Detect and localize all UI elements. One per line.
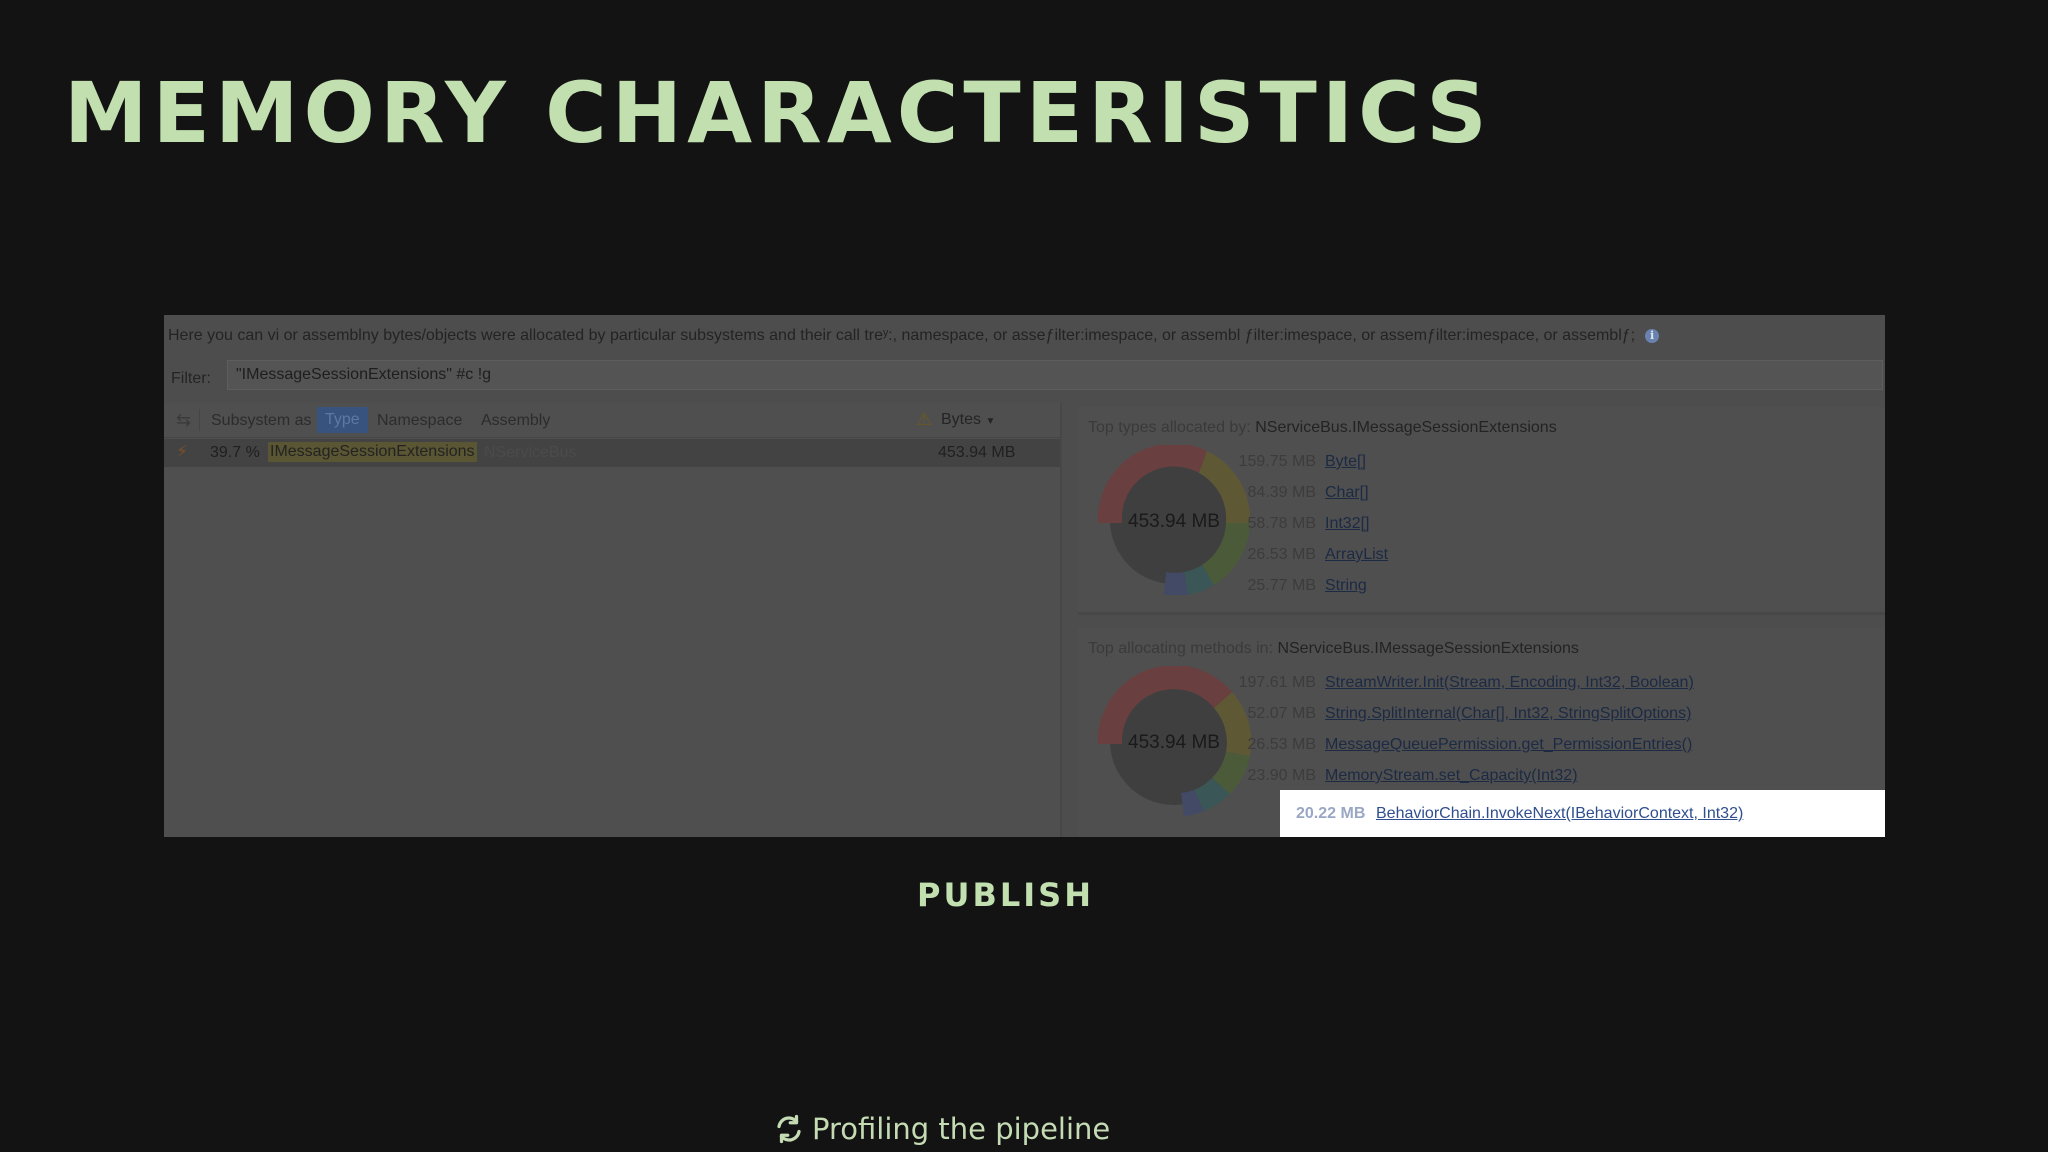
- type-allocated-value: 25.77 MB: [1247, 577, 1316, 594]
- list-item: 197.61 MB StreamWriter.Init(Stream, Encod…: [1238, 674, 1694, 705]
- description-text: Here you can vi or assemblny bytes/objec…: [168, 327, 1660, 345]
- row-namespace: NServiceBus: [484, 444, 577, 461]
- row-bytes: 453.94 MB: [938, 444, 1016, 461]
- donut-segment-string: [1164, 572, 1188, 595]
- footer-label: Profiling the pipeline: [812, 1112, 1111, 1146]
- warning-icon: ⚠: [916, 409, 933, 429]
- type-link[interactable]: Byte[]: [1325, 453, 1366, 470]
- list-item: 26.53 MB ArrayList: [1238, 546, 1389, 577]
- type-link[interactable]: Char[]: [1325, 484, 1369, 501]
- method-allocated-value: 197.61 MB: [1238, 674, 1316, 691]
- method-allocated-value: 26.53 MB: [1247, 736, 1316, 753]
- collapse-all-icon[interactable]: ⇆: [176, 410, 191, 431]
- method-link[interactable]: StreamWriter.Init(Stream, Encoding, Int3…: [1325, 674, 1694, 691]
- description-label: Here you can vi or assemblny bytes/objec…: [168, 327, 1636, 344]
- type-allocated-value: 58.78 MB: [1247, 515, 1316, 532]
- group-by-namespace-button[interactable]: Namespace: [377, 412, 462, 430]
- top-methods-list: 197.61 MB StreamWriter.Init(Stream, Encod…: [1238, 674, 1694, 798]
- top-methods-caption-prefix: Top allocating methods in:: [1088, 640, 1273, 657]
- list-item: 25.77 MB String: [1238, 577, 1388, 608]
- type-link[interactable]: ArrayList: [1325, 546, 1388, 563]
- top-methods-donut-chart: 453.94 MB: [1097, 666, 1252, 816]
- sort-down-icon: ▼: [985, 416, 996, 427]
- top-types-caption-prefix: Top types allocated by:: [1088, 419, 1251, 436]
- method-allocated-value: 23.90 MB: [1247, 767, 1316, 784]
- slide-title: MEMORY CHARACTERISTICS: [64, 64, 1492, 162]
- refresh-icon: [777, 1114, 801, 1144]
- type-link[interactable]: String: [1325, 577, 1367, 594]
- type-link[interactable]: Int32[]: [1325, 515, 1369, 532]
- toolbar-divider: [199, 409, 200, 431]
- subsystem-icon: ⚡: [176, 442, 188, 461]
- method-link[interactable]: String.SplitInternal(Char[], Int32, Stri…: [1325, 705, 1691, 722]
- profiler-screenshot: Here you can vi or assemblny bytes/objec…: [164, 315, 1885, 837]
- subsystem-as-label: Subsystem as: [211, 412, 312, 429]
- top-types-panel: Top types allocated by: NServiceBus.IMes…: [1078, 407, 1885, 615]
- type-allocated-value: 26.53 MB: [1247, 546, 1316, 563]
- list-item: 58.78 MB Int32[]: [1238, 515, 1388, 546]
- group-by-assembly-button[interactable]: Assembly: [481, 412, 550, 430]
- list-item: 84.39 MB Char[]: [1238, 484, 1388, 515]
- list-item: 52.07 MB String.SplitInternal(Char[], Int…: [1238, 705, 1694, 736]
- row-percent: 39.7 %: [210, 444, 260, 461]
- top-types-caption: Top types allocated by: NServiceBus.IMes…: [1088, 419, 1557, 437]
- bytes-column-header[interactable]: Bytes ▼: [941, 411, 995, 429]
- top-types-caption-subject: NServiceBus.IMessageSessionExtensions: [1255, 419, 1557, 436]
- subsystem-tree-pane: ⇆ Subsystem as Type Namespace Assembly ⚠…: [164, 403, 1062, 837]
- type-allocated-value: 159.75 MB: [1238, 453, 1316, 470]
- bytes-header-label: Bytes: [941, 411, 982, 428]
- type-allocated-value: 84.39 MB: [1247, 484, 1316, 501]
- group-by-type-button[interactable]: Type: [317, 407, 368, 433]
- filter-label: Filter:: [171, 370, 211, 387]
- table-row[interactable]: ⚡ 39.7 % IMessageSessionExtensions NServ…: [164, 439, 1060, 467]
- slide-caption: PUBLISH: [917, 876, 1094, 914]
- donut-total-label: 453.94 MB: [1128, 511, 1220, 532]
- tree-toolbar: ⇆ Subsystem as Type Namespace Assembly ⚠…: [164, 403, 1060, 438]
- method-allocated-value: 52.07 MB: [1247, 705, 1316, 722]
- top-methods-caption-subject: NServiceBus.IMessageSessionExtensions: [1277, 640, 1579, 657]
- row-type-name: IMessageSessionExtensions: [268, 442, 477, 462]
- donut-total-label: 453.94 MB: [1128, 732, 1220, 753]
- highlighted-method-row[interactable]: 20.22 MB BehaviorChain.InvokeNext(IBehav…: [1280, 790, 1885, 837]
- info-icon[interactable]: i: [1645, 329, 1660, 343]
- list-item: 26.53 MB MessageQueuePermission.get_Permi…: [1238, 736, 1694, 767]
- top-types-donut-chart: 453.94 MB: [1097, 445, 1251, 595]
- top-types-list: 159.75 MB Byte[] 84.39 MB Char[] 58.78 MB I…: [1238, 453, 1389, 608]
- method-link[interactable]: MessageQueuePermission.get_PermissionEnt…: [1325, 736, 1692, 753]
- filter-input[interactable]: [227, 360, 1883, 390]
- method-allocated-value: 20.22 MB: [1296, 805, 1366, 822]
- slide-footer: Profiling the pipeline: [774, 1112, 1110, 1146]
- method-link[interactable]: BehaviorChain.InvokeNext(IBehaviorContex…: [1376, 805, 1743, 823]
- method-link[interactable]: MemoryStream.set_Capacity(Int32): [1325, 767, 1578, 784]
- top-methods-caption: Top allocating methods in: NServiceBus.I…: [1088, 640, 1579, 658]
- list-item: 159.75 MB Byte[]: [1238, 453, 1388, 484]
